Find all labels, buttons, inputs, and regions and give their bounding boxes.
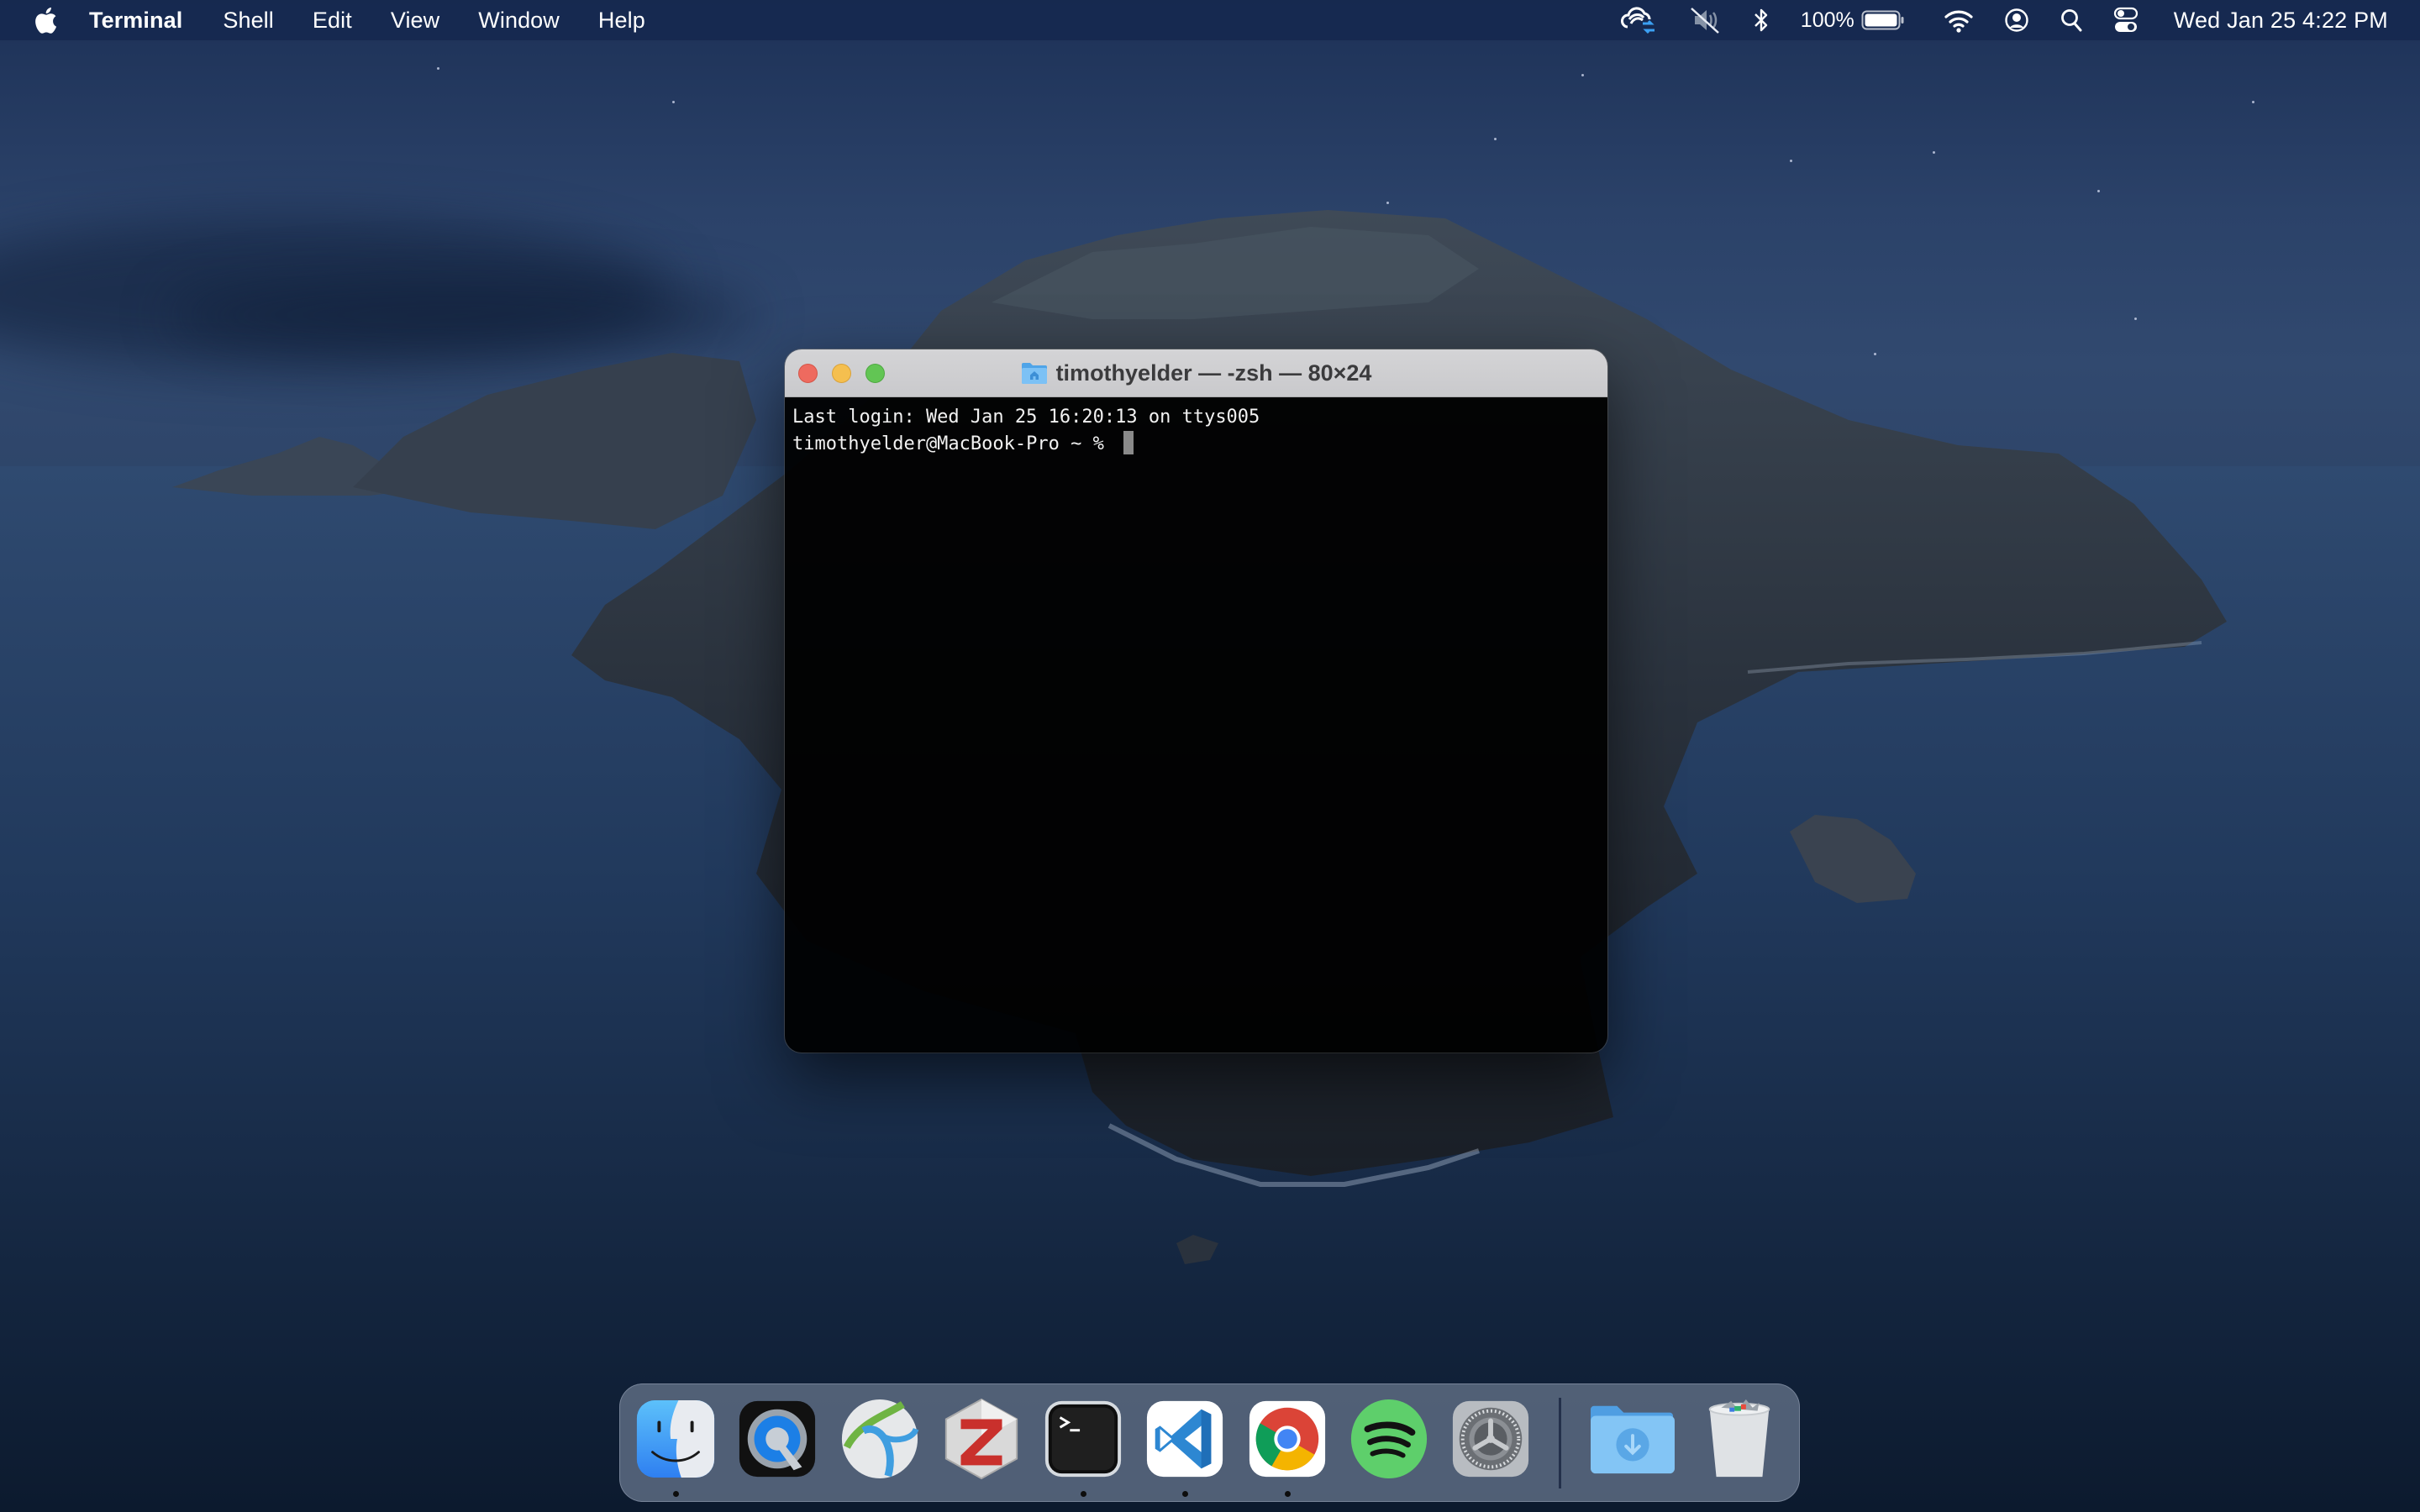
dock-item-quicktime[interactable] — [736, 1383, 818, 1502]
window-title: timothyelder — -zsh — 80×24 — [785, 349, 1607, 396]
terminal-cursor — [1123, 431, 1134, 454]
dock-item-downloads[interactable] — [1586, 1383, 1678, 1502]
bluetooth-icon — [1754, 8, 1767, 32]
terminal-output-area[interactable]: Last login: Wed Jan 25 16:20:13 on ttys0… — [785, 397, 1607, 1053]
dock-item-vscode[interactable] — [1144, 1383, 1225, 1502]
quicktime-icon — [739, 1400, 816, 1478]
spotlight-button[interactable] — [2060, 0, 2083, 40]
menu-help[interactable]: Help — [598, 8, 645, 34]
menu-bar: Terminal Shell Edit View Window Help 100… — [0, 0, 2420, 40]
dock-item-terminal[interactable] — [1042, 1383, 1123, 1502]
user-account-icon — [2005, 8, 2028, 32]
battery-icon — [1861, 10, 1904, 30]
zoom-button[interactable] — [865, 363, 885, 383]
dock-item-chrome[interactable] — [1246, 1383, 1328, 1502]
dock-item-anyconnect[interactable] — [839, 1383, 920, 1502]
running-indicator — [1284, 1491, 1291, 1497]
apple-logo-icon — [35, 7, 57, 34]
minimize-button[interactable] — [832, 363, 851, 383]
menu-window[interactable]: Window — [478, 8, 560, 34]
zotero-icon — [944, 1398, 1018, 1480]
spotlight-search-icon — [2060, 9, 2082, 32]
dock-item-finder[interactable] — [634, 1383, 716, 1502]
volume-muted-icon — [1690, 8, 1719, 34]
control-center-icon — [2113, 7, 2138, 32]
running-indicator — [1182, 1491, 1189, 1497]
menu-shell[interactable]: Shell — [223, 8, 274, 34]
dock-item-zotero[interactable] — [940, 1383, 1022, 1502]
battery-percentage: 100% — [1800, 8, 1854, 32]
volume-status[interactable] — [1688, 0, 1722, 40]
running-indicator — [673, 1491, 679, 1497]
window-title-text: timothyelder — -zsh — 80×24 — [1055, 360, 1372, 386]
user-account-status[interactable] — [2004, 0, 2029, 40]
dock — [619, 1383, 1800, 1502]
close-button[interactable] — [798, 363, 818, 383]
home-folder-icon — [1021, 363, 1047, 384]
running-indicator — [1081, 1491, 1087, 1497]
downloads-folder-icon — [1590, 1405, 1675, 1474]
window-title-bar[interactable]: timothyelder — -zsh — 80×24 — [785, 349, 1607, 397]
creative-cloud-sync-icon — [1620, 7, 1655, 34]
terminal-window: timothyelder — -zsh — 80×24 Last login: … — [785, 349, 1607, 1053]
terminal-prompt: timothyelder@MacBook-Pro ~ % — [792, 433, 1116, 454]
wifi-icon — [1944, 10, 1973, 33]
menu-bar-clock[interactable]: Wed Jan 25 4:22 PM — [2174, 8, 2388, 34]
trash-icon — [1708, 1399, 1770, 1478]
apple-menu[interactable] — [30, 3, 60, 37]
dock-separator — [1558, 1398, 1561, 1488]
menu-bar-left: Terminal Shell Edit View Window Help — [0, 0, 684, 40]
wifi-status[interactable] — [1944, 0, 1974, 40]
vscode-icon — [1147, 1400, 1223, 1478]
spotify-icon — [1350, 1399, 1428, 1479]
dock-item-system-preferences[interactable] — [1449, 1383, 1531, 1502]
dock-item-spotify[interactable] — [1348, 1383, 1429, 1502]
window-controls — [798, 363, 899, 383]
system-preferences-icon — [1453, 1400, 1529, 1478]
menu-view[interactable]: View — [391, 8, 439, 34]
menu-bar-status-area: 100% Wed Jan 25 4:22 PM — [1591, 0, 2420, 40]
terminal-line-last-login: Last login: Wed Jan 25 16:20:13 on ttys0… — [792, 407, 1260, 428]
battery-status[interactable]: 100% — [1801, 0, 1905, 40]
chrome-icon — [1249, 1400, 1325, 1478]
terminal-prompt-line: timothyelder@MacBook-Pro ~ % — [792, 431, 1600, 458]
menu-edit[interactable]: Edit — [313, 8, 352, 34]
bluetooth-status[interactable] — [1752, 0, 1770, 40]
control-center-button[interactable] — [2113, 0, 2139, 40]
anyconnect-icon — [841, 1399, 918, 1479]
menu-app-name[interactable]: Terminal — [89, 8, 182, 34]
creative-cloud-status[interactable] — [1620, 0, 1658, 40]
terminal-icon — [1045, 1400, 1122, 1478]
finder-icon — [636, 1399, 715, 1478]
dock-item-trash[interactable] — [1698, 1383, 1780, 1502]
